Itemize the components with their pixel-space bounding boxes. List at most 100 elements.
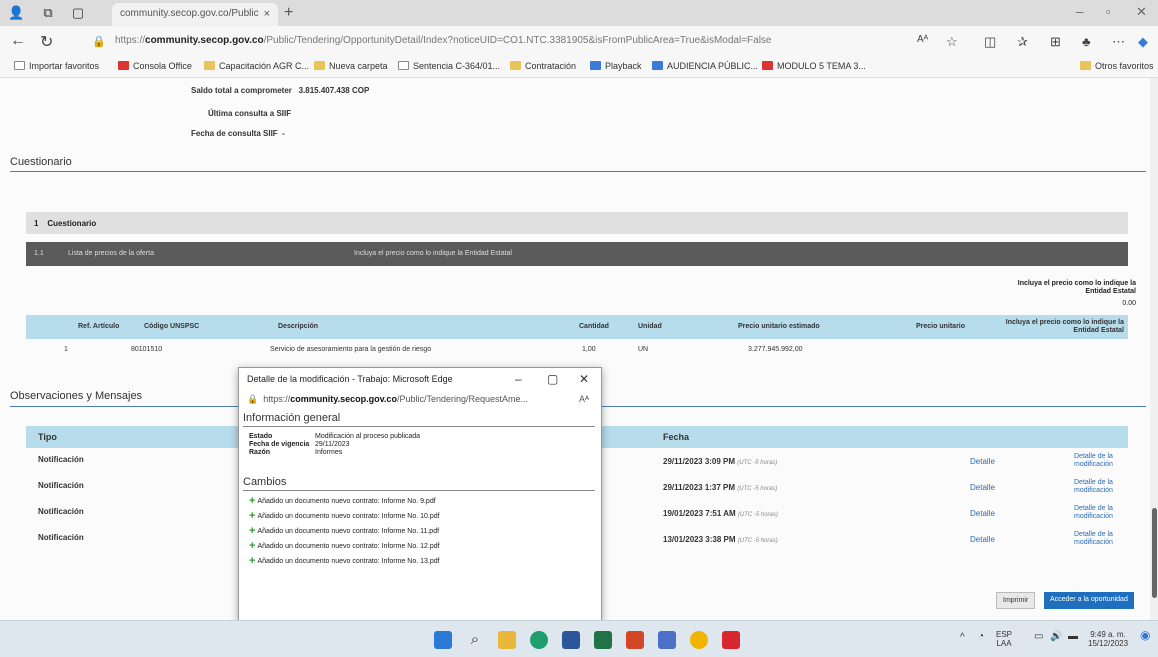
acrobat-icon[interactable] <box>722 631 740 649</box>
extensions-icon[interactable]: ♣ <box>1082 34 1091 49</box>
price-total: 0.00 <box>1122 300 1136 307</box>
copilot-icon[interactable]: ◆ <box>1138 34 1148 50</box>
list-item: + Añadido un documento nuevo contrato: In… <box>249 555 440 567</box>
list-item: + Añadido un documento nuevo contrato: In… <box>249 525 440 537</box>
edge-icon[interactable] <box>530 631 548 649</box>
excel-icon[interactable] <box>594 631 612 649</box>
detalle-link[interactable]: Detalle <box>970 457 995 466</box>
popup-close-icon[interactable]: ✕ <box>579 372 589 386</box>
popup-maximize-icon[interactable]: ▢ <box>547 372 558 386</box>
notification-icon[interactable]: ◉ <box>1140 629 1150 641</box>
tab-close-icon[interactable]: × <box>264 8 270 20</box>
detalle-link[interactable]: Detalle <box>970 509 995 518</box>
url-prefix: https:// <box>115 35 146 46</box>
windows-taskbar: ⌕ ^ ◔ ESP LAA ▭ 🔊 ▬ 9:49 a. m. 15/12/2023 … <box>0 620 1158 657</box>
popup-read-aloud-icon[interactable]: Aᴬ <box>579 394 589 404</box>
detalle-modificacion-link[interactable]: Detalle de la modificación <box>1074 479 1128 495</box>
cambios-divider <box>243 490 595 491</box>
network-tray-icon[interactable]: ◔ <box>978 632 984 642</box>
tab-actions-icon[interactable]: ▢ <box>70 5 86 21</box>
plus-icon: + <box>249 495 256 507</box>
outlook-icon[interactable] <box>658 631 676 649</box>
plus-icon: + <box>249 525 256 537</box>
ultima-consulta: Última consulta a SIIF <box>208 109 292 118</box>
more-icon[interactable]: ⋯ <box>1112 34 1125 50</box>
chrome-icon[interactable] <box>690 631 708 649</box>
favorite-modulo[interactable]: MODULO 5 TEMA 3... <box>762 61 866 71</box>
collections-icon[interactable]: ⊞ <box>1050 34 1061 50</box>
back-icon[interactable]: ← <box>10 32 26 50</box>
popup-address[interactable]: 🔒 https://community.secop.gov.co/Public/… <box>239 390 601 410</box>
minimize-icon[interactable]: – <box>1076 4 1083 19</box>
razon-field: Razón Informes <box>249 449 343 456</box>
price-list-row[interactable]: 1.1 Lista de precios de la oferta Incluy… <box>26 242 1128 266</box>
modification-detail-window: Detalle de la modificación - Trabajo: Mi… <box>238 367 602 623</box>
folder-icon <box>1080 61 1091 70</box>
plus-icon: + <box>249 540 256 552</box>
fecha-consulta: Fecha de consulta SIIF - <box>191 129 285 138</box>
close-window-icon[interactable]: ✕ <box>1136 4 1147 20</box>
detalle-modificacion-link[interactable]: Detalle de la modificación <box>1074 453 1128 469</box>
estado-field: Estado Modificación al proceso publicada <box>249 433 421 440</box>
detalle-link[interactable]: Detalle <box>970 483 995 492</box>
favorite-sentencia[interactable]: Sentencia C-364/01... <box>398 61 500 71</box>
workspaces-icon[interactable]: ⧉ <box>40 5 56 21</box>
cuestionario-header[interactable]: 1 Cuestionario <box>26 212 1128 234</box>
volume-icon[interactable]: 🔊 <box>1050 632 1062 642</box>
info-general-title: Información general <box>243 412 341 424</box>
saldo-info: Saldo total a comprometer 3.815.407.438 … <box>191 86 370 95</box>
access-opportunity-button[interactable]: Acceder a la oportunidad <box>1044 592 1134 609</box>
read-aloud-icon[interactable]: Aᴬ <box>917 34 928 45</box>
list-item: + Añadido un documento nuevo contrato: In… <box>249 495 436 507</box>
print-button[interactable]: Imprimir <box>996 592 1036 609</box>
favorites-icon[interactable]: ✰ <box>1017 34 1028 50</box>
file-explorer-icon[interactable] <box>498 631 516 649</box>
list-item: + Añadido un documento nuevo contrato: In… <box>249 510 440 522</box>
detalle-link[interactable]: Detalle <box>970 535 995 544</box>
favorite-others[interactable]: Otros favoritos <box>1080 61 1154 71</box>
favorite-office[interactable]: Consola Office <box>118 61 192 71</box>
favorite-contratacion[interactable]: Contratación <box>510 61 576 71</box>
youtube-icon <box>762 61 773 70</box>
battery-icon[interactable]: ▬ <box>1068 632 1078 642</box>
favorite-star-icon[interactable]: ☆ <box>946 34 958 50</box>
playback-icon <box>590 61 601 70</box>
powerpoint-icon[interactable] <box>626 631 644 649</box>
show-hidden-icons-icon[interactable]: ^ <box>960 633 965 643</box>
plus-icon: + <box>249 555 256 567</box>
lock-icon[interactable]: 🔒 <box>92 35 106 48</box>
split-screen-icon[interactable]: ◫ <box>984 34 996 50</box>
observaciones-title: Observaciones y Mensajes <box>10 390 143 402</box>
cuestionario-title: Cuestionario <box>10 156 72 168</box>
office-icon <box>118 61 129 70</box>
popup-minimize-icon[interactable]: – <box>515 372 522 386</box>
detalle-modificacion-link[interactable]: Detalle de la modificación <box>1074 531 1128 547</box>
address-input[interactable]: https://community.secop.gov.co/Public/Te… <box>115 35 772 46</box>
cambios-title: Cambios <box>243 476 287 488</box>
price-instruction-note: Incluya el precio como lo indique la Ent… <box>1017 280 1136 295</box>
favorite-nueva-carpeta[interactable]: Nueva carpeta <box>314 61 388 71</box>
folder-icon <box>314 61 325 70</box>
favorite-playback[interactable]: Playback <box>590 61 642 71</box>
chart-icon <box>652 61 663 70</box>
page-scrollbar[interactable] <box>1150 78 1158 620</box>
scrollbar-thumb[interactable] <box>1152 508 1157 598</box>
language-indicator[interactable]: ESP LAA <box>996 630 1012 648</box>
word-icon[interactable] <box>562 631 580 649</box>
favorite-audiencia[interactable]: AUDIENCIA PÚBLIC... <box>652 61 758 71</box>
maximize-icon[interactable]: ▫ <box>1106 4 1111 19</box>
profile-icon[interactable]: 👤 <box>8 5 24 21</box>
favorite-import[interactable]: Importar favoritos <box>14 61 99 71</box>
new-tab-icon[interactable]: + <box>284 4 293 22</box>
list-item: + Añadido un documento nuevo contrato: In… <box>249 540 440 552</box>
favorites-bar: Importar favoritos Consola Office Capaci… <box>0 56 1158 78</box>
search-icon[interactable]: ⌕ <box>466 631 484 649</box>
start-icon[interactable] <box>434 631 452 649</box>
favorite-capacitacion[interactable]: Capacitación AGR C... <box>204 61 309 71</box>
browser-tab[interactable]: community.secop.gov.co/Public × <box>112 3 278 26</box>
browser-titlebar: 👤 ⧉ ▢ community.secop.gov.co/Public × + … <box>0 0 1158 26</box>
display-icon[interactable]: ▭ <box>1034 632 1043 642</box>
detalle-modificacion-link[interactable]: Detalle de la modificación <box>1074 505 1128 521</box>
refresh-icon[interactable]: ↻ <box>40 32 53 52</box>
clock[interactable]: 9:49 a. m. 15/12/2023 <box>1088 630 1128 648</box>
